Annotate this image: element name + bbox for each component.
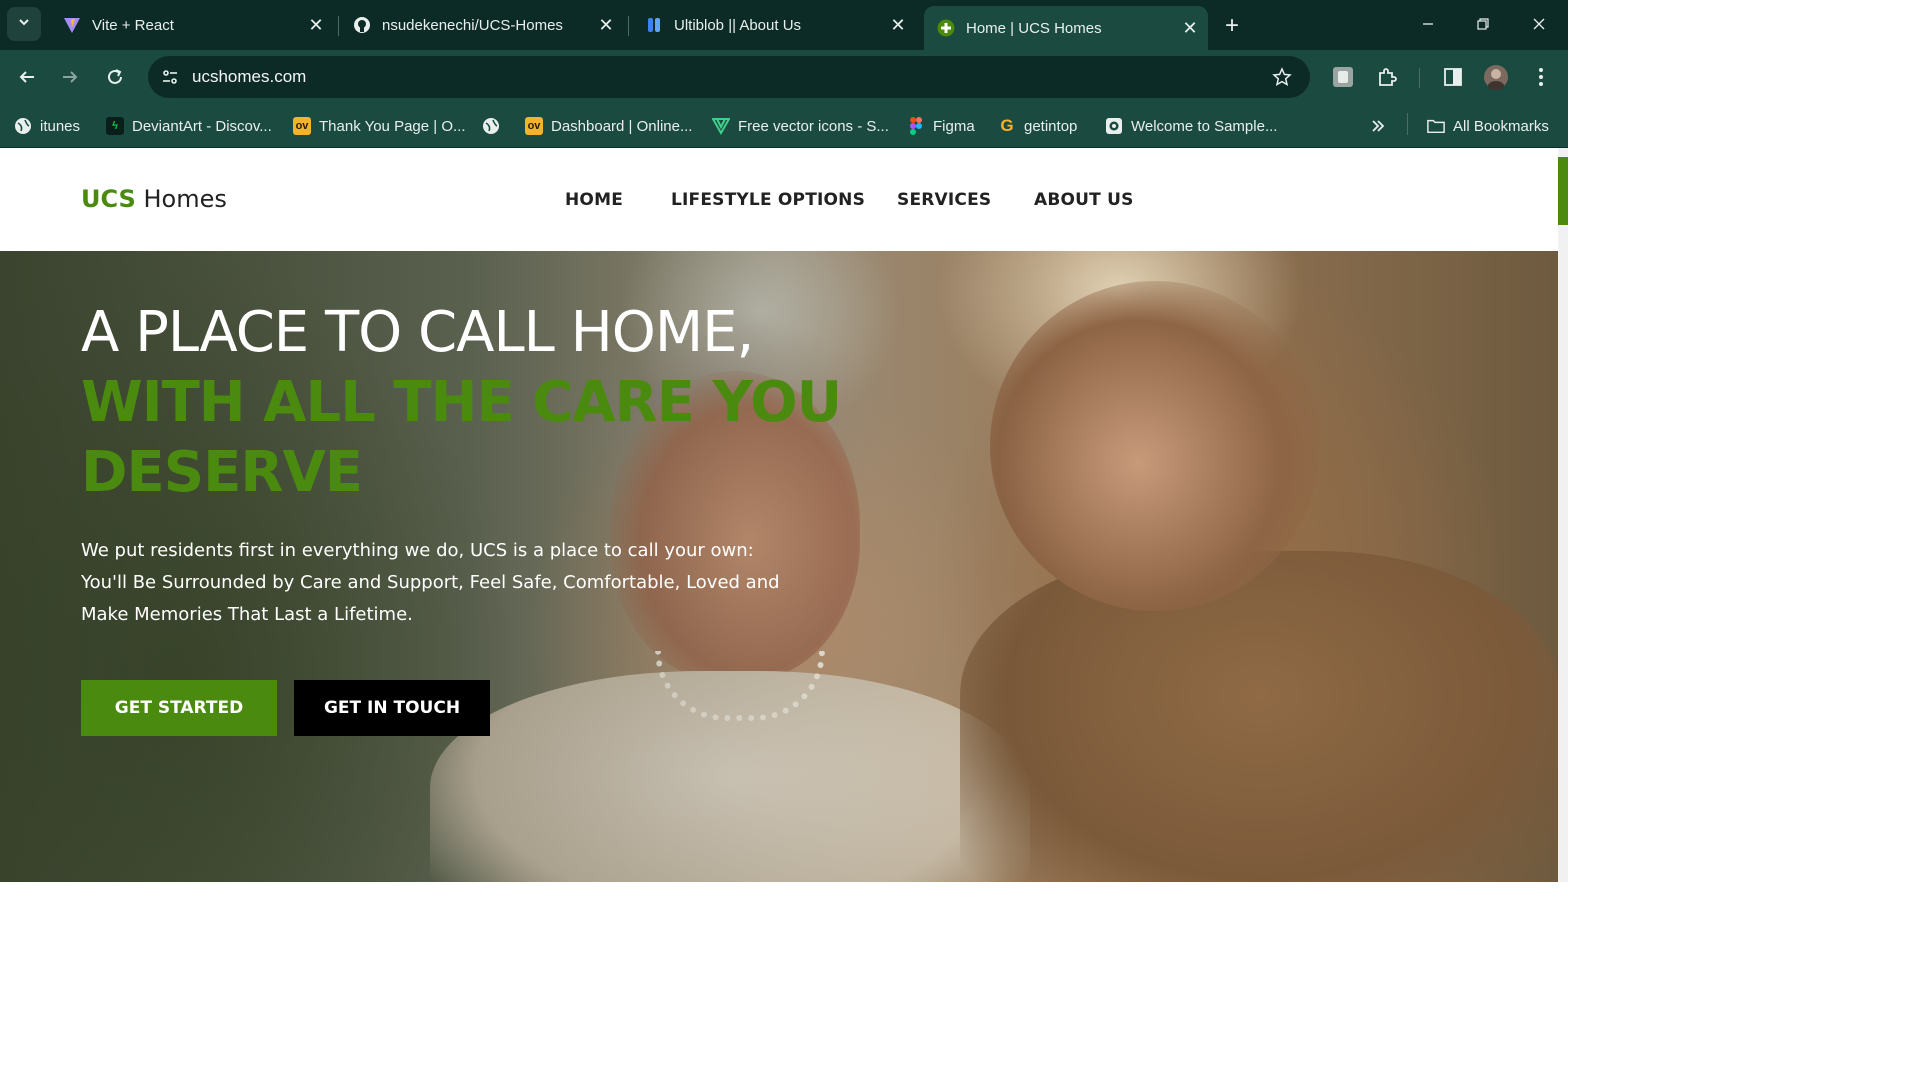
tab-title: nsudekenechi/UCS-Homes (382, 16, 563, 34)
tab-title: Vite + React (92, 16, 174, 34)
url-text[interactable]: ucshomes.com (192, 67, 306, 87)
close-window-icon[interactable] (1516, 8, 1562, 40)
extension-app-icon[interactable] (1329, 63, 1357, 91)
hero-paragraph: We put residents first in everything we … (81, 540, 780, 625)
vite-icon (62, 15, 82, 35)
forward-icon[interactable] (54, 61, 86, 93)
hero-heading-line1: A PLACE TO CALL HOME, (81, 300, 754, 365)
tab-strip: Vite + React ✕ nsudekenechi/UCS-Homes ✕ … (0, 0, 1568, 50)
bookmark-label: itunes (40, 117, 81, 135)
ucs-favicon (936, 18, 956, 38)
bookmark-free-vector-icons[interactable]: Free vector icons - S... (712, 113, 889, 139)
extensions-puzzle-icon[interactable] (1373, 63, 1401, 91)
side-panel-icon[interactable] (1439, 63, 1467, 91)
address-bar[interactable]: ucshomes.com (148, 56, 1310, 98)
bookmark-welcome-to-sample[interactable]: Welcome to Sample... (1105, 113, 1277, 139)
site-header: UCS Homes HOME LIFESTYLE OPTIONS SERVICE… (0, 148, 1558, 251)
ov-icon: ov (525, 117, 543, 135)
hero-heading-line2: WITH ALL THE CARE YOU DESERVE (81, 370, 842, 505)
bookmark-figma[interactable]: Figma (907, 113, 975, 139)
new-tab-icon[interactable]: + (1218, 12, 1246, 40)
all-bookmarks-label: All Bookmarks (1453, 117, 1549, 135)
get-started-button[interactable]: GET STARTED (81, 680, 277, 736)
figma-icon (907, 117, 925, 135)
bookmark-deviantart[interactable]: ϟ DeviantArt - Discov... (106, 113, 272, 139)
get-in-touch-button[interactable]: GET IN TOUCH (294, 680, 490, 736)
close-tab-icon[interactable]: ✕ (1178, 16, 1202, 40)
close-tab-icon[interactable]: ✕ (304, 13, 328, 37)
globe-icon (482, 117, 500, 135)
bookmark-dashboard[interactable]: ov Dashboard | Online... (525, 113, 692, 139)
bookmark-label: Thank You Page | O... (319, 117, 466, 135)
browser-toolbar: ucshomes.com (0, 50, 1568, 104)
page-scrollbar[interactable] (1558, 148, 1568, 882)
bookmark-label: Free vector icons - S... (738, 117, 889, 135)
chevron-down-icon (17, 15, 31, 34)
tab-search-button[interactable] (7, 7, 41, 41)
github-icon (352, 15, 372, 35)
tab-title: Ultiblob || About Us (674, 16, 802, 34)
back-icon[interactable] (11, 61, 43, 93)
logo-text: Homes (143, 185, 227, 213)
tab-vite-react[interactable]: Vite + React ✕ (50, 6, 334, 44)
ov-icon: ov (293, 117, 311, 135)
menu-kebab-icon[interactable] (1527, 63, 1555, 91)
close-tab-icon[interactable]: ✕ (886, 13, 910, 37)
tab-github[interactable]: nsudekenechi/UCS-Homes ✕ (340, 6, 624, 44)
bookmark-getintop[interactable]: G getintop (998, 113, 1077, 139)
hero-section: A PLACE TO CALL HOME, WITH ALL THE CARE … (0, 251, 1558, 882)
reload-icon[interactable] (99, 61, 131, 93)
nav-lifestyle-options[interactable]: LIFESTYLE OPTIONS (671, 190, 865, 210)
bookmark-star-icon[interactable] (1270, 65, 1294, 89)
profile-avatar[interactable] (1482, 63, 1510, 91)
more-bookmarks-chevron-icon[interactable] (1370, 113, 1386, 139)
bookmark-itunes[interactable]: itunes (14, 113, 80, 139)
page-scrollbar-thumb[interactable] (1558, 157, 1568, 225)
bookmark-label: Welcome to Sample... (1131, 117, 1278, 135)
nav-about-us[interactable]: ABOUT US (1034, 190, 1134, 210)
restore-icon[interactable] (1460, 8, 1506, 40)
globe-icon (14, 117, 32, 135)
bookmark-label: Figma (933, 117, 975, 135)
bookmark-label: Dashboard | Online... (551, 117, 693, 135)
site-info-icon[interactable] (158, 65, 182, 89)
tab-ucs-homes[interactable]: Home | UCS Homes ✕ (924, 6, 1208, 50)
site-logo[interactable]: UCS Homes (81, 185, 227, 213)
folder-icon (1427, 117, 1445, 135)
bookmark-thank-you-page[interactable]: ov Thank You Page | O... (293, 113, 466, 139)
ultiblob-icon (644, 15, 664, 35)
nav-home[interactable]: HOME (565, 190, 623, 210)
deviantart-icon: ϟ (106, 117, 124, 135)
all-bookmarks-button[interactable]: All Bookmarks (1427, 113, 1549, 139)
vector-icon (712, 117, 730, 135)
bookmark-label: DeviantArt - Discov... (132, 117, 272, 135)
tab-title: Home | UCS Homes (966, 19, 1102, 37)
bookmark-label: getintop (1024, 117, 1078, 135)
minimize-icon[interactable] (1405, 8, 1451, 40)
bookmarks-bar: itunes ϟ DeviantArt - Discov... ov Thank… (0, 104, 1568, 148)
g-icon: G (1000, 116, 1014, 135)
bookmark-globe[interactable] (482, 113, 508, 139)
nav-services[interactable]: SERVICES (897, 190, 991, 210)
camera-icon (1105, 117, 1123, 135)
tab-ultiblob[interactable]: Ultiblob || About Us ✕ (632, 6, 916, 44)
close-tab-icon[interactable]: ✕ (594, 13, 618, 37)
logo-accent: UCS (81, 185, 136, 213)
